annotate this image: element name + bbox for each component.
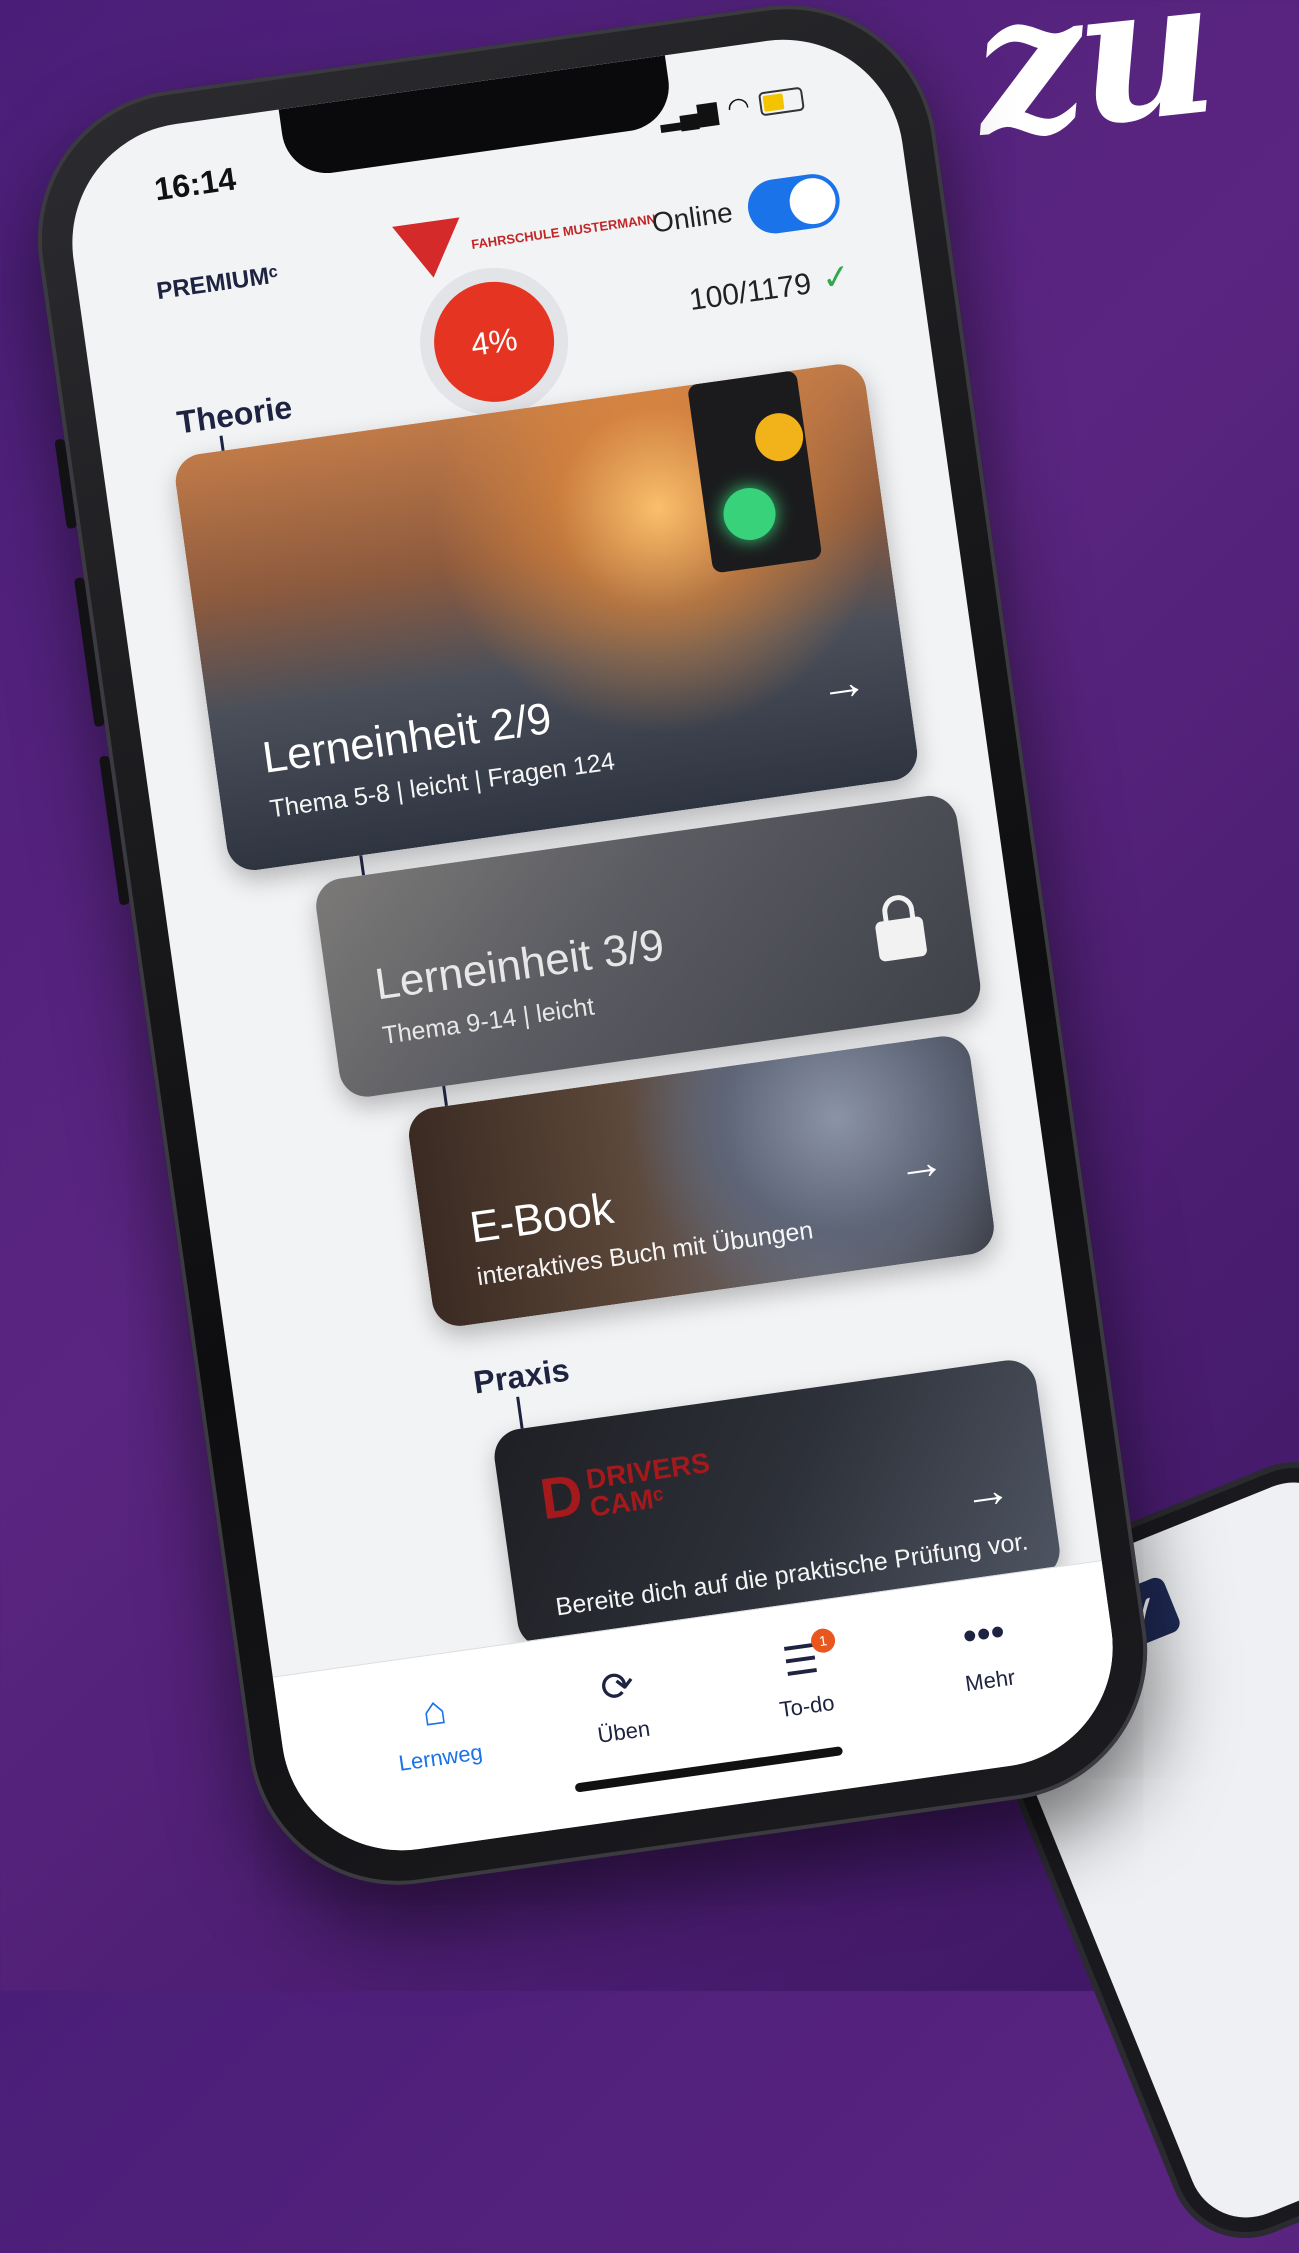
tab-lernweg[interactable]: ⌂ Lernweg	[347, 1678, 527, 1783]
system-icons: ▂▄▆ ◠	[657, 83, 805, 134]
phone-frame: 16:14 ▂▄▆ ◠ PREMIUMᶜ FAHRSCHULE MUSTERMA…	[18, 0, 1167, 1905]
school-logo-icon	[392, 217, 468, 283]
card-title: Lerneinheit 3/9	[372, 920, 668, 1010]
path-connector	[359, 855, 366, 876]
wifi-icon: ◠	[725, 90, 752, 123]
battery-icon	[757, 86, 805, 116]
drivers-cam-logo-icon: D	[536, 1462, 587, 1533]
home-indicator[interactable]	[574, 1746, 843, 1793]
check-icon: ✓	[819, 256, 853, 299]
drivers-cam-logo: D DRIVERS CAMᶜ	[536, 1443, 716, 1533]
answered-counter: 100/1179	[687, 267, 814, 318]
volume-down-button	[99, 755, 130, 906]
online-label: Online	[650, 196, 735, 239]
arrow-right-icon[interactable]: →	[893, 1133, 948, 1194]
progress-percent[interactable]: 4%	[426, 274, 562, 410]
path-connector	[516, 1396, 524, 1429]
path-connector	[442, 1085, 448, 1107]
arrow-right-icon[interactable]: →	[816, 654, 871, 715]
tab-mehr[interactable]: ••• Mehr	[896, 1601, 1076, 1706]
traffic-light-image	[687, 370, 823, 574]
signal-icon: ▂▄▆	[657, 94, 720, 133]
online-toggle[interactable]	[744, 170, 844, 237]
volume-up-button	[73, 577, 105, 728]
card-title: E-Book	[466, 1183, 617, 1253]
lock-icon	[874, 915, 928, 963]
mute-switch	[54, 438, 77, 530]
headline-fragment: zu	[963, 0, 1221, 180]
card-lerneinheit-2[interactable]: Lerneinheit 2/9 Thema 5-8 | leicht | Fra…	[172, 360, 921, 874]
app-screen: 16:14 ▂▄▆ ◠ PREMIUMᶜ FAHRSCHULE MUSTERMA…	[56, 24, 1129, 1866]
clock: 16:14	[152, 160, 239, 208]
plan-label: PREMIUMᶜ	[154, 261, 280, 306]
arrow-right-icon[interactable]: →	[959, 1461, 1015, 1522]
school-logo-text: FAHRSCHULE MUSTERMANN	[470, 210, 657, 252]
tab-todo[interactable]: ☰ 1 To-do	[713, 1626, 893, 1731]
section-title-practice: Praxis	[471, 1351, 572, 1401]
tab-ueben[interactable]: ⟳ Üben	[530, 1652, 710, 1757]
